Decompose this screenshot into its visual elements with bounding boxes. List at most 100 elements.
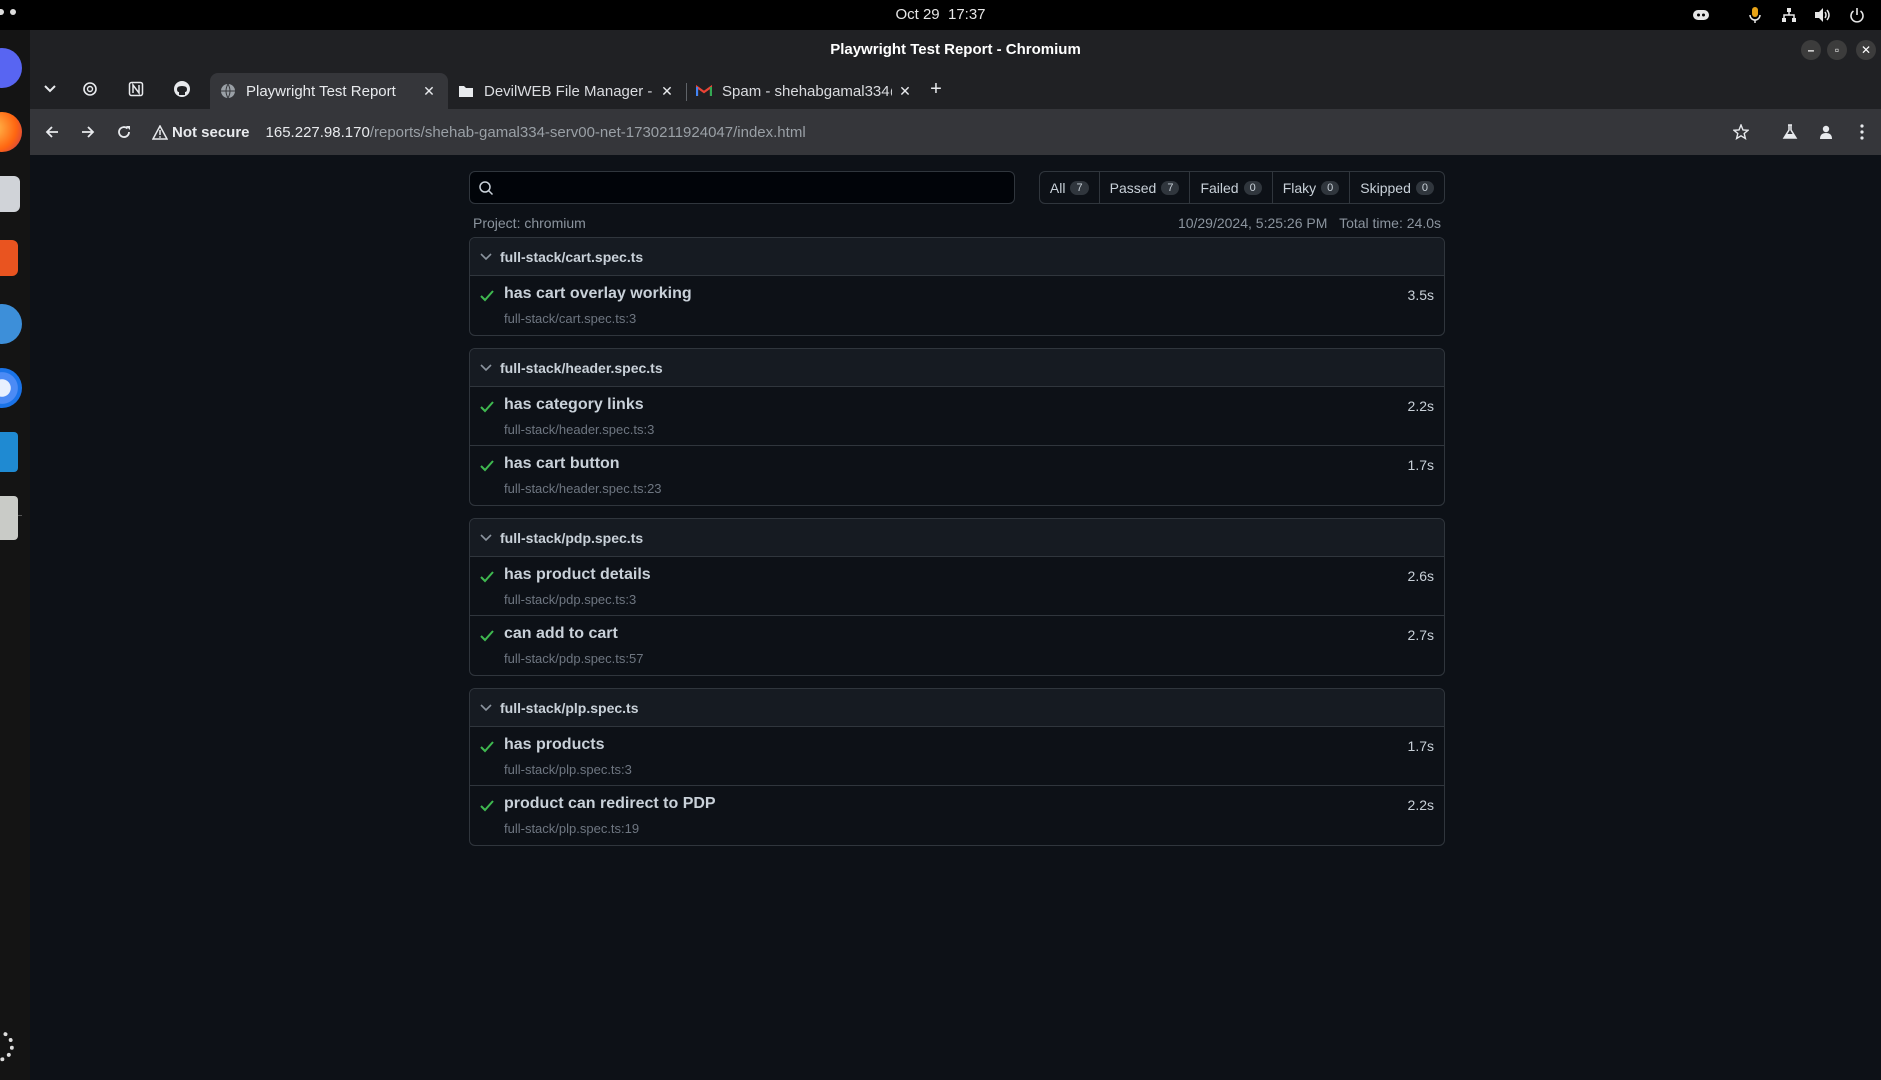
chat-app-icon[interactable]: [0, 48, 22, 88]
url-path: /reports/shehab-gamal334-serv00-net-1730…: [369, 123, 806, 141]
new-tab-button[interactable]: +: [924, 77, 948, 101]
power-icon[interactable]: [1847, 5, 1867, 25]
test-title[interactable]: can add to cart: [504, 625, 618, 643]
microphone-icon[interactable]: [1745, 5, 1765, 25]
test-title[interactable]: has cart button: [504, 455, 620, 473]
test-title[interactable]: has products: [504, 736, 604, 754]
labs-flask-icon[interactable]: [1778, 120, 1802, 144]
test-location: full-stack/header.spec.ts:23: [504, 481, 662, 496]
vscode-icon[interactable]: [0, 432, 18, 472]
dock: [0, 30, 30, 1080]
file-name: full-stack/header.spec.ts: [500, 359, 663, 376]
test-row[interactable]: has products full-stack/plp.spec.ts:3 1.…: [470, 727, 1444, 786]
chevron-down-icon: [480, 533, 492, 542]
count-badge: 0: [1415, 180, 1434, 195]
tab-title: Spam - shehabgamal334@: [722, 82, 892, 100]
check-icon: [480, 400, 494, 418]
run-date: 10/29/2024, 5:25:26 PM: [1177, 215, 1328, 231]
globe-icon: [220, 83, 236, 99]
test-title[interactable]: has product details: [504, 566, 651, 584]
chromium-icon[interactable]: [0, 368, 22, 408]
files-icon[interactable]: [0, 176, 20, 212]
window-title: Playwright Test Report - Chromium: [830, 41, 1081, 58]
window-title-bar[interactable]: Playwright Test Report - Chromium – ▫ ✕: [30, 30, 1881, 69]
github-icon[interactable]: [170, 77, 194, 101]
test-row[interactable]: product can redirect to PDP full-stack/p…: [470, 786, 1444, 845]
not-secure-indicator[interactable]: Not secure: [152, 124, 250, 141]
test-location: full-stack/pdp.spec.ts:57: [504, 651, 644, 666]
test-row[interactable]: has cart button full-stack/header.spec.t…: [470, 446, 1444, 505]
close-tab-icon[interactable]: ✕: [420, 82, 438, 100]
filter-flaky[interactable]: Flaky 0: [1273, 172, 1351, 203]
tab-search-button[interactable]: [38, 77, 62, 101]
test-row[interactable]: has product details full-stack/pdp.spec.…: [470, 557, 1444, 616]
reload-button[interactable]: [112, 120, 136, 144]
address-bar[interactable]: Not secure 165.227.98.170/reports/shehab…: [152, 117, 806, 147]
tab-playwright-report[interactable]: Playwright Test Report ✕: [210, 73, 448, 109]
clock[interactable]: Oct 29 17:37: [0, 6, 1881, 23]
test-location: full-stack/pdp.spec.ts:3: [504, 592, 637, 607]
trash-icon[interactable]: [0, 496, 18, 540]
filter-skipped[interactable]: Skipped 0: [1350, 172, 1444, 203]
filter-all[interactable]: All 7: [1040, 172, 1100, 203]
tab-title: Playwright Test Report: [246, 82, 396, 100]
file-header[interactable]: full-stack/header.spec.ts: [470, 349, 1444, 387]
check-icon: [480, 740, 494, 758]
test-title[interactable]: has cart overlay working: [504, 285, 692, 303]
tab-file-manager[interactable]: DevilWEB File Manager - ✕: [448, 73, 686, 109]
filter-failed[interactable]: Failed 0: [1190, 172, 1273, 203]
check-icon: [480, 570, 494, 588]
back-button[interactable]: [40, 120, 64, 144]
check-icon: [480, 459, 494, 477]
show-apps-icon[interactable]: [0, 1030, 14, 1062]
tab-gmail-spam[interactable]: Spam - shehabgamal334@ ✕: [686, 73, 924, 109]
openai-icon[interactable]: [78, 77, 102, 101]
file-header[interactable]: full-stack/cart.spec.ts: [470, 238, 1444, 276]
gmail-icon: [696, 83, 712, 99]
profile-icon[interactable]: [1814, 120, 1838, 144]
test-duration: 2.6s: [1407, 568, 1434, 584]
file-header[interactable]: full-stack/plp.spec.ts: [470, 689, 1444, 727]
test-location: full-stack/plp.spec.ts:19: [504, 821, 640, 836]
count-badge: 7: [1161, 180, 1180, 195]
file-group: full-stack/header.spec.ts has category l…: [469, 348, 1445, 506]
total-time: Total time: 24.0s: [1339, 215, 1441, 231]
network-icon[interactable]: [1779, 5, 1799, 25]
software-center-icon[interactable]: [0, 240, 18, 276]
maximize-button[interactable]: ▫: [1827, 40, 1847, 60]
search-icon: [478, 180, 494, 201]
forward-button[interactable]: [76, 120, 100, 144]
firefox-icon[interactable]: [0, 112, 22, 152]
search-box[interactable]: [469, 171, 1015, 204]
project-name: Project: chromium: [473, 215, 586, 231]
test-title[interactable]: has category links: [504, 396, 644, 414]
report-meta: Project: chromium 10/29/2024, 5:25:26 PM…: [469, 205, 1445, 237]
close-tab-icon[interactable]: ✕: [896, 82, 914, 100]
volume-icon[interactable]: [1813, 5, 1833, 25]
test-row[interactable]: has category links full-stack/header.spe…: [470, 387, 1444, 446]
minimize-button[interactable]: –: [1801, 40, 1821, 60]
discord-icon[interactable]: [1691, 5, 1711, 25]
system-tray[interactable]: [1691, 5, 1867, 25]
filter-passed[interactable]: Passed 7: [1100, 172, 1191, 203]
browser-toolbar: Not secure 165.227.98.170/reports/shehab…: [30, 109, 1881, 155]
file-name: full-stack/plp.spec.ts: [500, 699, 639, 716]
tab-strip: Playwright Test Report ✕ DevilWEB File M…: [30, 69, 1881, 109]
file-header[interactable]: full-stack/pdp.spec.ts: [470, 519, 1444, 557]
close-window-button[interactable]: ✕: [1856, 40, 1876, 60]
notion-icon[interactable]: [124, 77, 148, 101]
test-duration: 2.2s: [1407, 797, 1434, 813]
check-icon: [480, 289, 494, 307]
test-duration: 2.7s: [1407, 627, 1434, 643]
help-icon[interactable]: [0, 304, 22, 344]
report-content: All 7 Passed 7 Failed 0 Flaky 0 Skipped 0 Pro…: [469, 171, 1445, 858]
test-row[interactable]: has cart overlay working full-stack/cart…: [470, 276, 1444, 335]
test-title[interactable]: product can redirect to PDP: [504, 795, 716, 813]
close-tab-icon[interactable]: ✕: [658, 82, 676, 100]
test-row[interactable]: can add to cart full-stack/pdp.spec.ts:5…: [470, 616, 1444, 675]
chevron-down-icon: [480, 252, 492, 261]
search-input[interactable]: [500, 174, 1000, 201]
count-badge: 0: [1321, 180, 1340, 195]
browser-menu-icon[interactable]: [1850, 120, 1874, 144]
bookmark-star-icon[interactable]: [1729, 120, 1753, 144]
